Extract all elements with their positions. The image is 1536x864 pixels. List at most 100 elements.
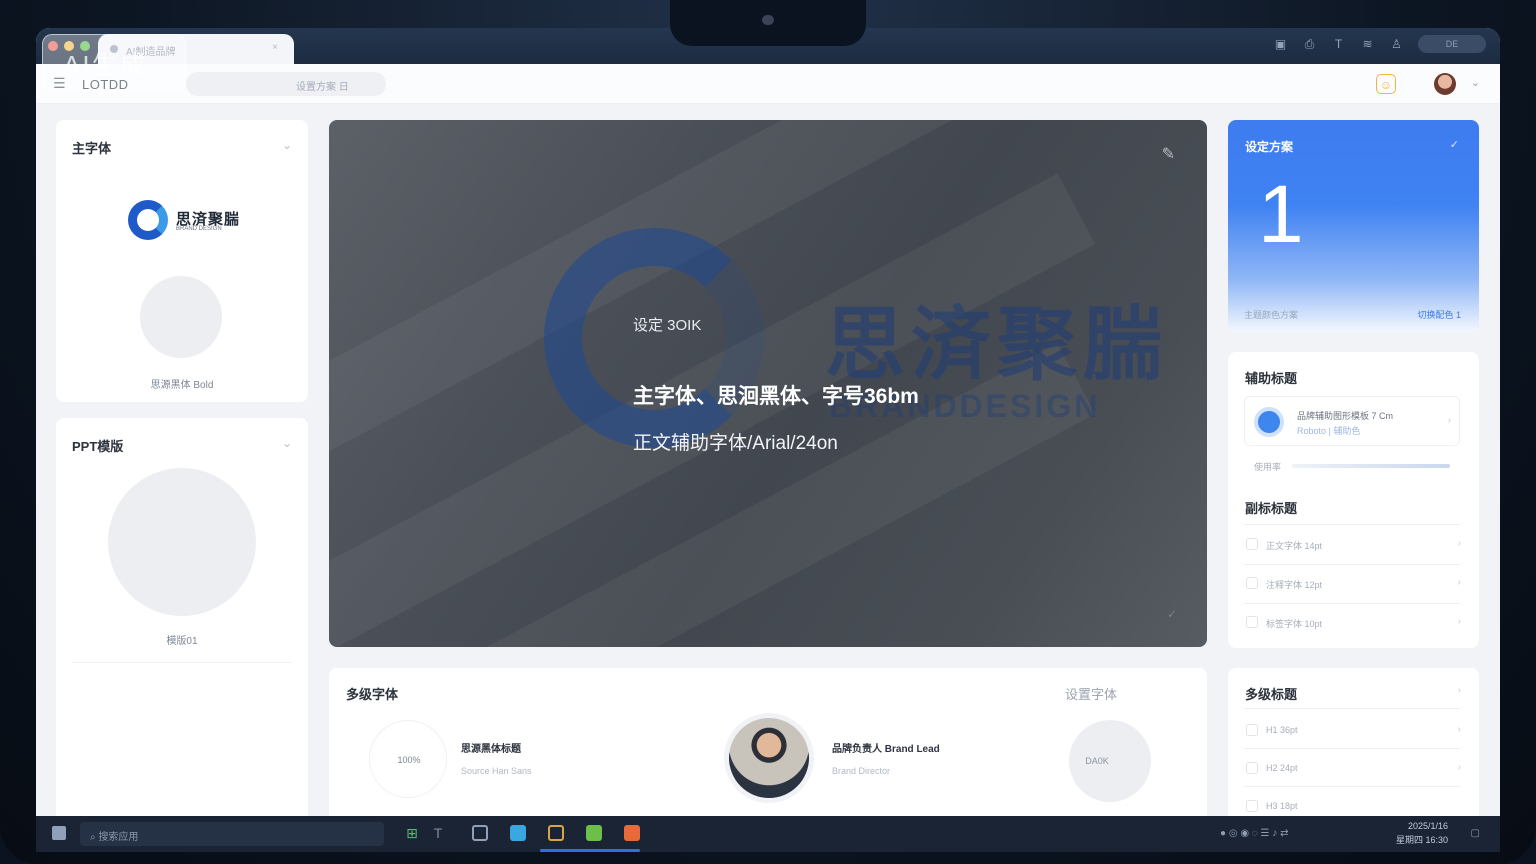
- active-app-indicator: [540, 849, 640, 852]
- chevron-right-icon: ›: [1457, 762, 1461, 773]
- template-caption: 模版01: [166, 636, 198, 647]
- browser-toolbar-icons: ▣ ⎙ T ≋ ♙: [1273, 37, 1404, 52]
- divider: [1244, 603, 1460, 604]
- text-icon[interactable]: T: [1331, 37, 1346, 52]
- person-name: 品牌负责人 Brand Lead: [832, 744, 940, 755]
- chevron-right-icon: ›: [1457, 724, 1461, 735]
- aux-item-text: 品牌辅助图形模板 7 Cm: [1297, 411, 1394, 421]
- plan-number: 1: [1258, 169, 1304, 260]
- path-field[interactable]: 设置方案 日: [186, 72, 386, 96]
- font-subname: Source Han Sans: [461, 766, 532, 776]
- chat-icon[interactable]: ☺: [1376, 74, 1396, 94]
- chevron-right-icon: ›: [1457, 577, 1461, 588]
- multi-row-label: H3 18pt: [1266, 801, 1298, 811]
- aux-item-sub: Roboto | 辅助色: [1297, 426, 1361, 436]
- notes-app-icon[interactable]: [586, 825, 602, 841]
- divider: [1244, 748, 1460, 749]
- search-placeholder: 搜索应用: [98, 832, 139, 843]
- divider: [1244, 708, 1460, 709]
- clock-date: 2025/1/16: [1407, 821, 1448, 831]
- tray-icons[interactable]: ● ◎ ◉ ◌ ☰ ♪ ⇄: [1220, 828, 1288, 839]
- multi-title: 多级标题: [1245, 687, 1298, 702]
- font-badge-value: 100%: [397, 755, 421, 765]
- ai-watermark: AI生成: [42, 34, 186, 92]
- ppt-template-card: PPT模版 ⌄ 模版01: [56, 418, 308, 852]
- badge-value: DA0K: [1085, 756, 1109, 766]
- slides-app-icon[interactable]: [624, 825, 640, 841]
- app-header: ☰ LOTDD 设置方案 日 ☺ ⌄: [36, 64, 1500, 104]
- check-icon[interactable]: ✓: [1167, 607, 1177, 621]
- row-checkbox[interactable]: [1246, 800, 1258, 812]
- row-checkbox[interactable]: [1246, 724, 1258, 736]
- aux-item-icon: [1254, 407, 1284, 437]
- hero-logo-mark: [544, 228, 764, 448]
- chevron-down-icon[interactable]: ⌄: [282, 436, 292, 450]
- multi-row-label: H2 24pt: [1266, 763, 1298, 773]
- hero-label: 设定 3OIK: [633, 317, 702, 334]
- tab-close-icon[interactable]: ×: [272, 42, 278, 53]
- font-name: 思源黑体标题: [461, 744, 521, 755]
- ppt-template-title: PPT模版: [72, 439, 124, 454]
- taskbar-clock[interactable]: 2025/1/16 星期四 16:30: [1396, 819, 1448, 847]
- check-icon[interactable]: ✓: [1450, 138, 1459, 151]
- row-checkbox[interactable]: [1246, 538, 1258, 550]
- user-icon[interactable]: ♙: [1389, 37, 1404, 52]
- aux-title: 辅助标题: [1245, 371, 1298, 386]
- row-checkbox[interactable]: [1246, 616, 1258, 628]
- plan-title: 设定方案: [1245, 140, 1294, 154]
- main-font-card: 主字体 ⌄ 思済聚腨 BRAND DESIGN 思源黑体 Bold: [56, 120, 308, 402]
- user-avatar[interactable]: [1434, 73, 1456, 95]
- divider: [1244, 524, 1460, 525]
- aux-section-title: 副标标题: [1245, 501, 1298, 516]
- aux-title-card: 辅助标题 品牌辅助图形模板 7 Cm Roboto | 辅助色 › 使用率 副标…: [1228, 352, 1479, 648]
- aux-row-label: 标签字体 10pt: [1266, 619, 1323, 629]
- template-preview-placeholder[interactable]: [108, 468, 256, 616]
- start-menu-icon[interactable]: [52, 826, 66, 840]
- hero-logo-text: 思済聚腨: [825, 300, 1169, 389]
- divider: [72, 662, 292, 663]
- edit-icon[interactable]: ✎: [1162, 144, 1175, 164]
- chevron-right-icon: ›: [1447, 415, 1451, 426]
- chevron-right-icon[interactable]: ›: [1458, 685, 1461, 696]
- person-title: Brand Director: [832, 766, 891, 776]
- progress-label: 使用率: [1254, 462, 1282, 472]
- chevron-down-icon[interactable]: ⌄: [1471, 76, 1480, 89]
- hero-body-text: 正文辅助字体/Arial/24on: [633, 433, 838, 454]
- font-caption: 思源黑体 Bold: [150, 380, 214, 391]
- calendar-app-icon[interactable]: [548, 825, 564, 841]
- row-checkbox[interactable]: [1246, 577, 1258, 589]
- hero-headline: 主字体、思洄黑体、字号36bm: [633, 385, 919, 408]
- layers-icon[interactable]: ≋: [1360, 37, 1375, 52]
- screen: AI制造品牌 × ▣ ⎙ T ≋ ♙ DE ☰ LOTDD 设置方案 日 ☺ ⌄…: [36, 28, 1500, 852]
- aux-item[interactable]: 品牌辅助图形模板 7 Cm Roboto | 辅助色 ›: [1244, 396, 1460, 446]
- browser-app-icon[interactable]: [510, 825, 526, 841]
- multi-row-label: H1 36pt: [1266, 725, 1298, 735]
- grid-app-icon[interactable]: ⊞: [404, 825, 420, 841]
- chevron-right-icon: ›: [1457, 538, 1461, 549]
- monitor-app-icon[interactable]: [472, 825, 488, 841]
- hero-preview: 思済聚腨 BRANDDESIGN 设定 3OIK 主字体、思洄黑体、字号36bm…: [329, 120, 1207, 647]
- taskbar: ⌕ 搜索应用 ⊞ T ● ◎ ◉ ◌ ☰ ♪ ⇄ 2025/1/16 星期四 1…: [36, 816, 1500, 852]
- print-icon[interactable]: ⎙: [1302, 37, 1317, 52]
- chevron-right-icon: ›: [1457, 616, 1461, 627]
- chevron-down-icon[interactable]: ⌄: [282, 138, 292, 152]
- clock-day: 星期四 16:30: [1395, 835, 1448, 845]
- switch-palette-link[interactable]: 切换配色 1: [1417, 308, 1461, 321]
- taskbar-search[interactable]: ⌕ 搜索应用: [80, 822, 384, 846]
- plan-card[interactable]: 设定方案 ✓ 1 主题颜色方案 切换配色 1: [1228, 120, 1479, 332]
- screenshot-icon[interactable]: ▣: [1273, 37, 1288, 52]
- multi-font-title: 多级字体: [346, 687, 399, 702]
- plan-footer-label: 主题颜色方案: [1244, 310, 1299, 320]
- camera-icon: [762, 15, 774, 25]
- row-checkbox[interactable]: [1246, 762, 1258, 774]
- divider: [1244, 786, 1460, 787]
- font-preview-placeholder: [140, 276, 222, 358]
- person-avatar[interactable]: [729, 718, 809, 798]
- aux-row-label: 正文字体 14pt: [1266, 541, 1323, 551]
- notification-icon[interactable]: ▢: [1471, 828, 1480, 839]
- settings-label[interactable]: 设置字体: [1065, 684, 1117, 703]
- profile-pill[interactable]: DE: [1418, 35, 1486, 53]
- brand-logo-icon: [128, 200, 168, 240]
- text-app-icon[interactable]: T: [430, 825, 446, 841]
- divider: [1244, 564, 1460, 565]
